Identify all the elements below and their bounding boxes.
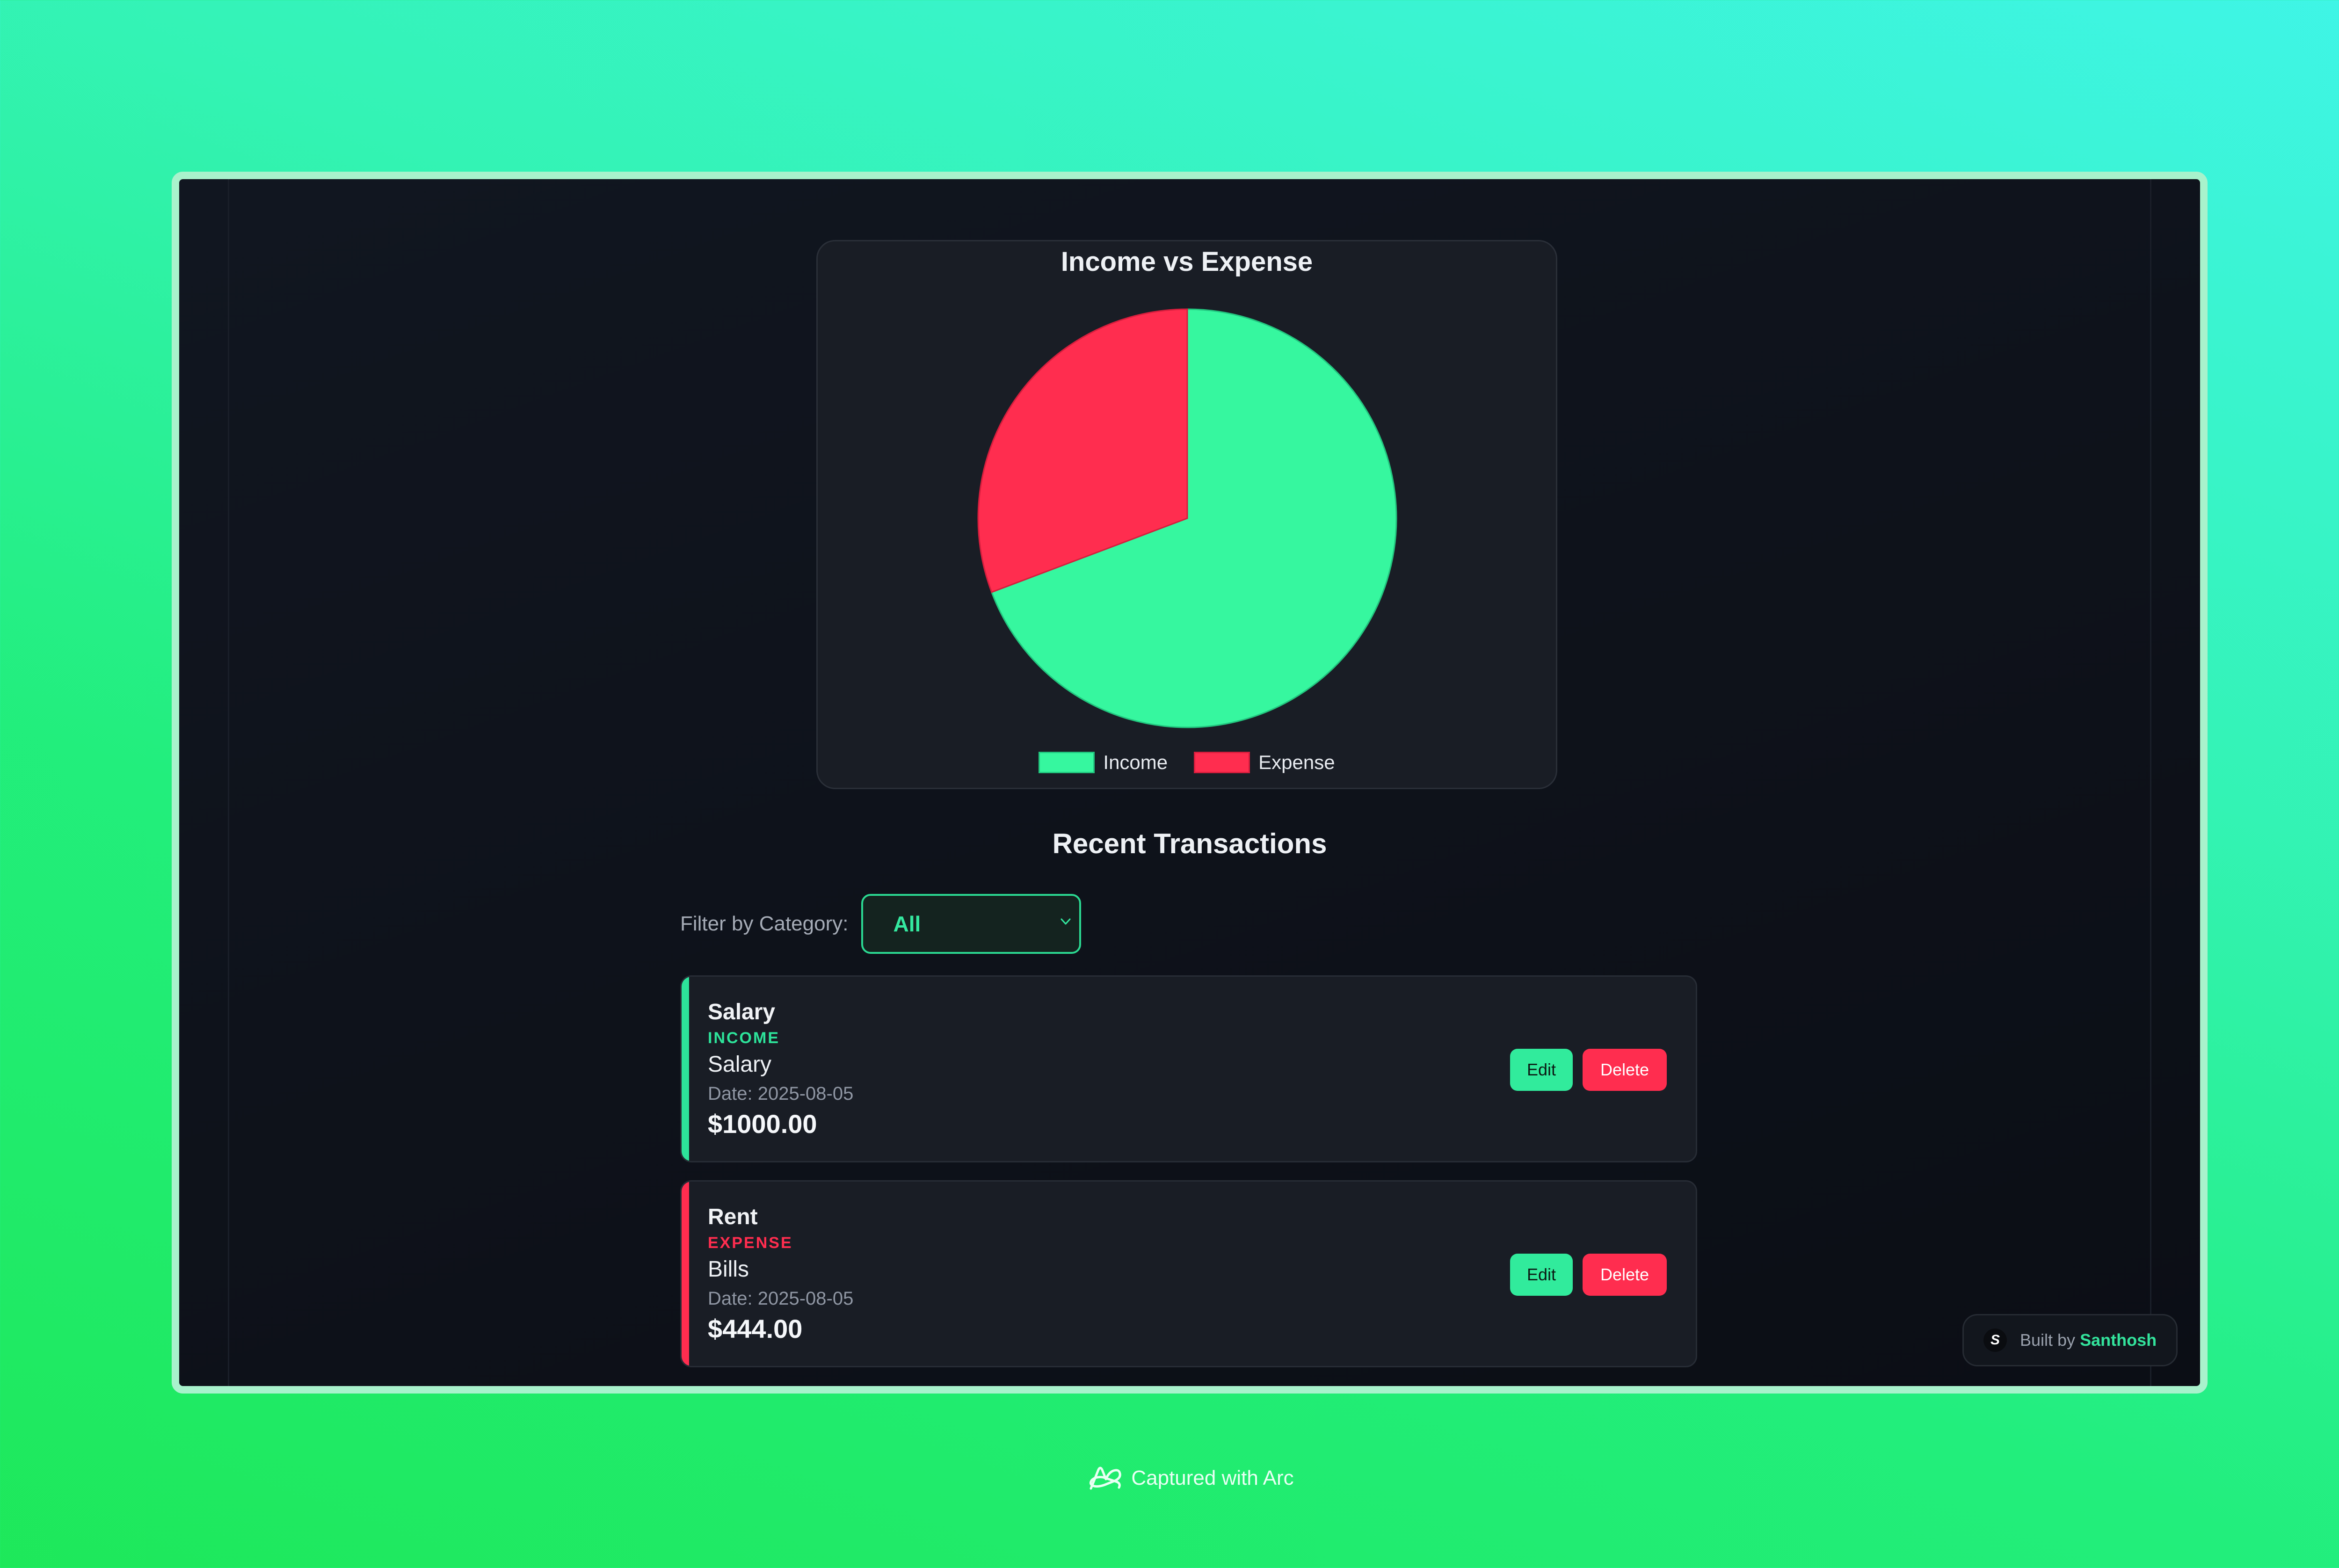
- captured-text: Captured with Arc: [1131, 1466, 1294, 1489]
- transaction-amount: $444.00: [708, 1314, 803, 1343]
- chart-title: Income vs Expense: [1061, 247, 1313, 277]
- transaction-name: Salary: [708, 1000, 776, 1024]
- transaction-category: Bills: [708, 1257, 749, 1282]
- transaction-card: Salary INCOME Salary Date: 2025-08-05 $1…: [680, 975, 1697, 1162]
- transaction-type: EXPENSE: [708, 1234, 793, 1252]
- built-by-prefix: Built by: [2020, 1330, 2076, 1350]
- chart-legend: Income Expense: [818, 751, 1556, 774]
- right-edge-divider: [2150, 179, 2151, 1386]
- transaction-amount: $1000.00: [708, 1109, 817, 1139]
- recent-transactions-title: Recent Transactions: [1052, 828, 1327, 859]
- transaction-accent-bar: [682, 1182, 689, 1366]
- transaction-accent-bar: [682, 977, 689, 1161]
- transaction-type: INCOME: [708, 1029, 780, 1047]
- legend-label-expense: Expense: [1258, 751, 1335, 773]
- captured-with-arc: Captured with Arc: [0, 1463, 2339, 1493]
- delete-button[interactable]: Delete: [1583, 1049, 1667, 1091]
- category-filter-select[interactable]: All: [861, 894, 1082, 954]
- built-by-badge[interactable]: S Built by Santhosh: [1962, 1314, 2178, 1366]
- edit-button[interactable]: Edit: [1510, 1254, 1573, 1296]
- arc-logo-icon: [1090, 1466, 1122, 1490]
- income-expense-chart-card: Income vs Expense Income Expense: [816, 240, 1557, 789]
- delete-button[interactable]: Delete: [1583, 1254, 1667, 1296]
- transaction-name: Rent: [708, 1205, 758, 1229]
- filter-label: Filter by Category:: [680, 912, 849, 935]
- filter-selected-value: All: [893, 912, 921, 936]
- legend-item-expense[interactable]: Expense: [1194, 751, 1335, 774]
- pie-chart: [977, 308, 1397, 728]
- legend-item-income[interactable]: Income: [1039, 751, 1168, 774]
- transaction-card: Rent EXPENSE Bills Date: 2025-08-05 $444…: [680, 1180, 1697, 1367]
- app-window: Income vs Expense Income Expense Recent …: [172, 172, 2208, 1394]
- edit-button[interactable]: Edit: [1510, 1049, 1573, 1091]
- transaction-category: Salary: [708, 1052, 772, 1077]
- legend-swatch-income: [1039, 752, 1095, 773]
- left-edge-divider: [228, 179, 229, 1386]
- author-logo-icon: S: [1983, 1328, 2007, 1352]
- built-by-text: Built by Santhosh: [2020, 1330, 2157, 1350]
- chevron-down-icon: [1061, 918, 1071, 925]
- built-by-author: Santhosh: [2080, 1330, 2157, 1350]
- transaction-date: Date: 2025-08-05: [708, 1288, 854, 1309]
- legend-swatch-expense: [1194, 752, 1250, 773]
- category-filter: Filter by Category: All: [680, 894, 1082, 954]
- legend-label-income: Income: [1103, 751, 1168, 773]
- transaction-date: Date: 2025-08-05: [708, 1083, 854, 1104]
